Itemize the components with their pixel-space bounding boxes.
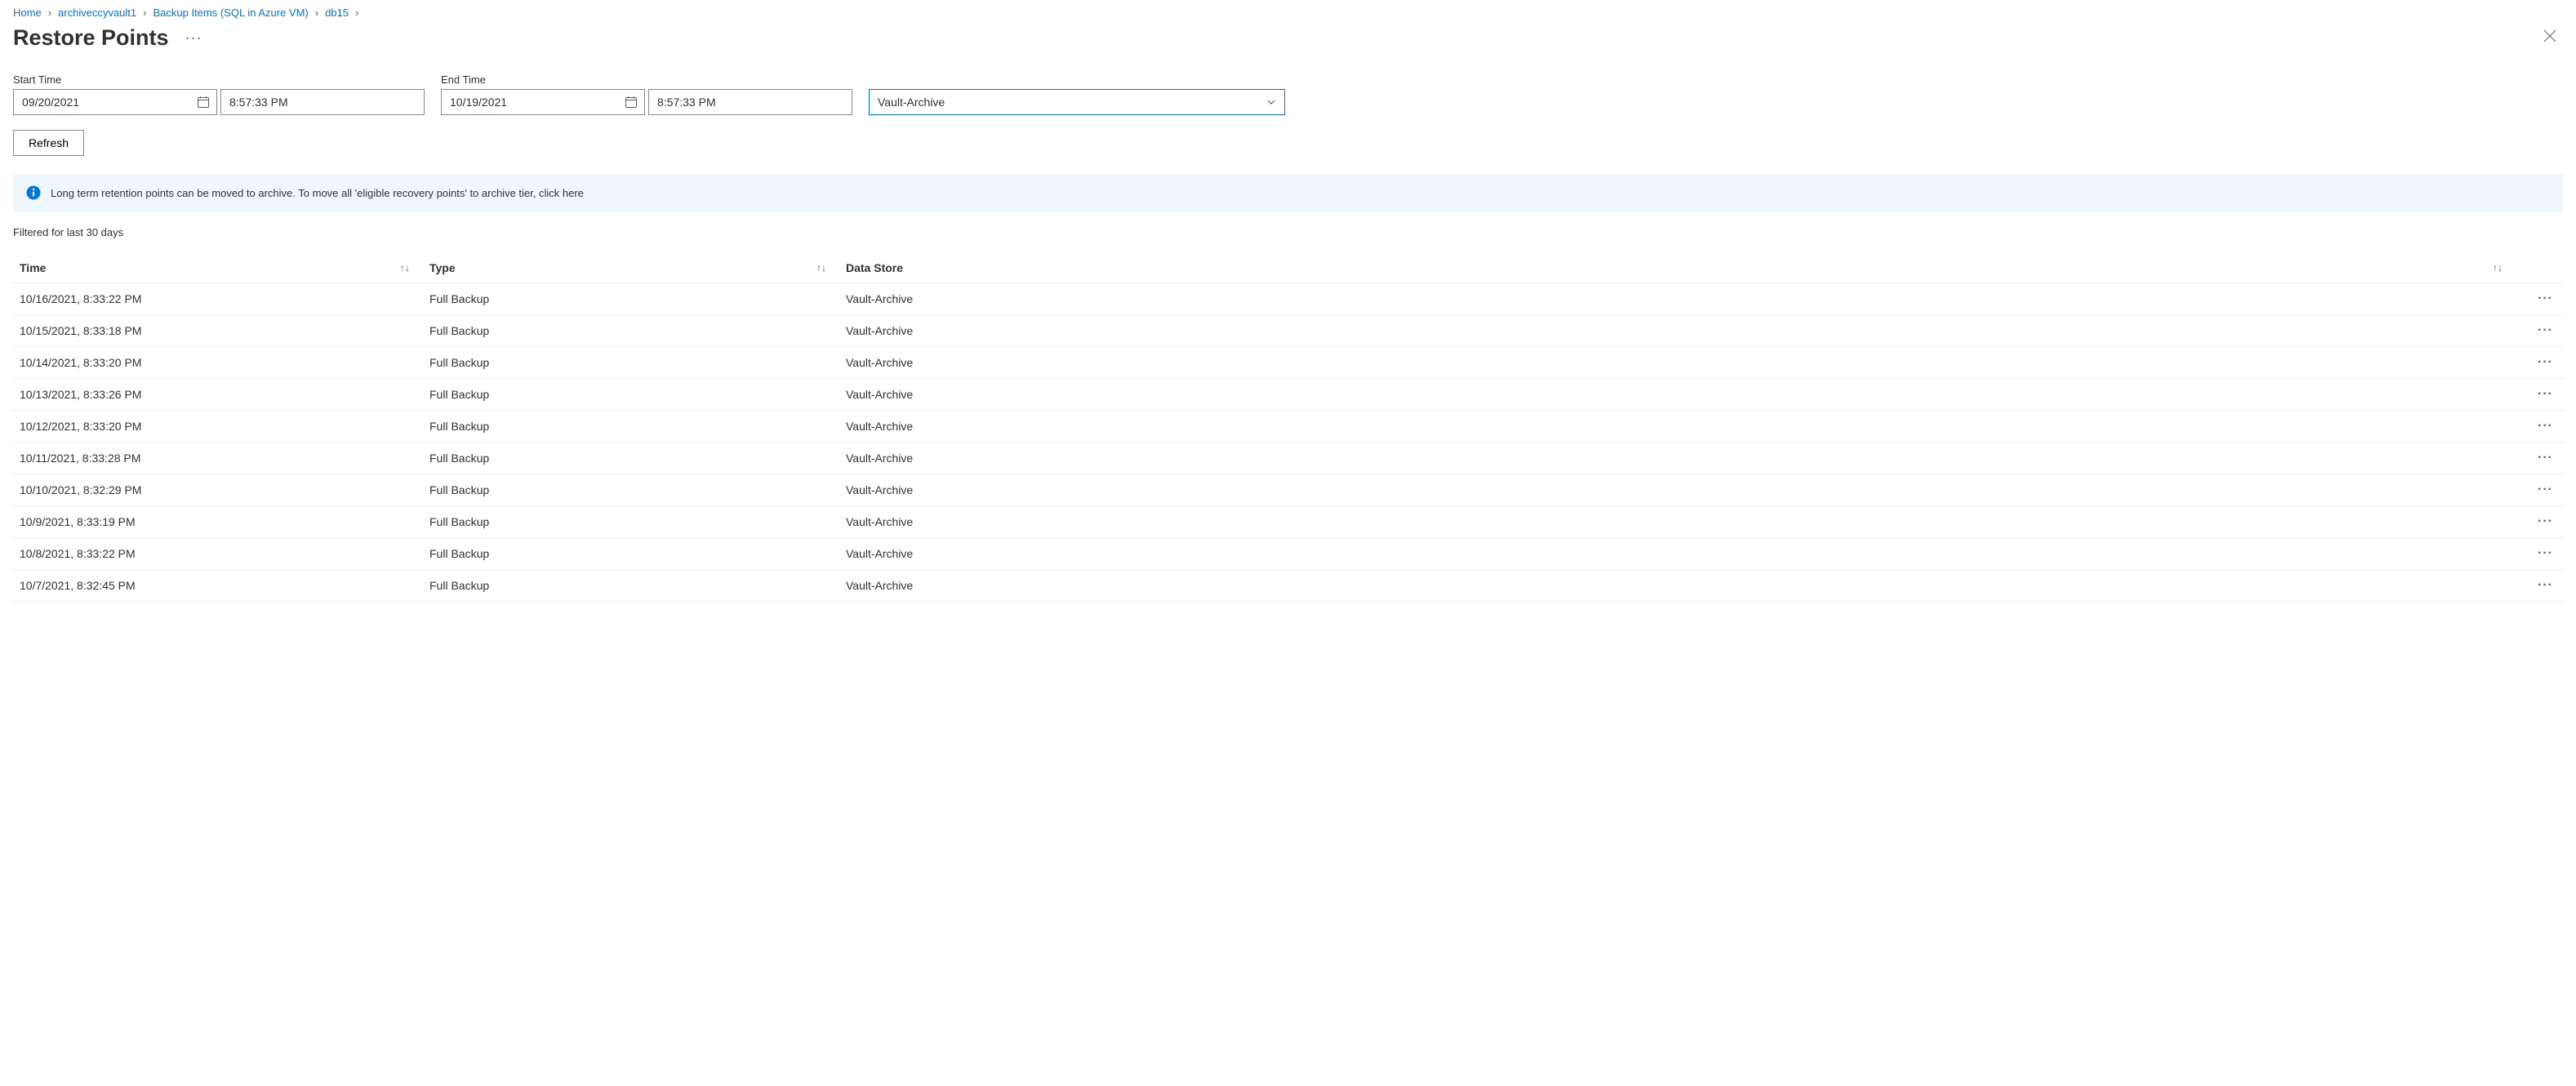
cell-type: Full Backup	[429, 547, 846, 560]
cell-time: 10/14/2021, 8:33:20 PM	[13, 356, 429, 369]
breadcrumb-link-backup-items[interactable]: Backup Items (SQL in Azure VM)	[153, 7, 308, 19]
cell-data-store: Vault-Archive	[846, 579, 2522, 592]
cell-data-store: Vault-Archive	[846, 388, 2522, 401]
breadcrumb: Home › archiveccyvault1 › Backup Items (…	[13, 7, 2563, 19]
row-more-actions-icon[interactable]: ···	[2522, 292, 2563, 306]
table-row[interactable]: 10/8/2021, 8:33:22 PMFull BackupVault-Ar…	[13, 538, 2563, 570]
row-more-actions-icon[interactable]: ···	[2522, 355, 2563, 370]
table-row[interactable]: 10/15/2021, 8:33:18 PMFull BackupVault-A…	[13, 315, 2563, 347]
cell-type: Full Backup	[429, 292, 846, 305]
column-header-type[interactable]: Type ↑↓	[429, 261, 846, 274]
column-header-store-label: Data Store	[846, 261, 903, 274]
cell-type: Full Backup	[429, 388, 846, 401]
cell-data-store: Vault-Archive	[846, 515, 2522, 528]
cell-data-store: Vault-Archive	[846, 452, 2522, 465]
start-date-value: 09/20/2021	[22, 96, 79, 109]
cell-type: Full Backup	[429, 515, 846, 528]
end-time-label: End Time	[441, 73, 852, 86]
cell-type: Full Backup	[429, 420, 846, 433]
start-date-input[interactable]: 09/20/2021	[13, 89, 217, 115]
chevron-down-icon	[1266, 97, 1276, 107]
calendar-icon	[197, 96, 210, 109]
row-more-actions-icon[interactable]: ···	[2522, 419, 2563, 434]
cell-time: 10/10/2021, 8:32:29 PM	[13, 483, 429, 496]
end-time-input[interactable]: 8:57:33 PM	[648, 89, 852, 115]
calendar-icon	[625, 96, 638, 109]
chevron-right-icon: ›	[355, 7, 358, 19]
tier-select[interactable]: Vault-Archive	[869, 89, 1285, 115]
title-row: Restore Points ···	[13, 25, 2563, 51]
column-header-time[interactable]: Time ↑↓	[13, 261, 429, 274]
column-header-time-label: Time	[20, 261, 46, 274]
table-body: 10/16/2021, 8:33:22 PMFull BackupVault-A…	[13, 283, 2563, 602]
cell-time: 10/12/2021, 8:33:20 PM	[13, 420, 429, 433]
page-title: Restore Points	[13, 25, 169, 51]
cell-type: Full Backup	[429, 356, 846, 369]
sort-icon: ↑↓	[816, 262, 826, 274]
column-header-type-label: Type	[429, 261, 456, 274]
cell-time: 10/15/2021, 8:33:18 PM	[13, 324, 429, 337]
tier-select-value: Vault-Archive	[878, 96, 945, 109]
row-more-actions-icon[interactable]: ···	[2522, 323, 2563, 338]
table-row[interactable]: 10/14/2021, 8:33:20 PMFull BackupVault-A…	[13, 347, 2563, 379]
end-time-value: 8:57:33 PM	[657, 96, 716, 109]
info-icon	[26, 185, 41, 200]
table-row[interactable]: 10/10/2021, 8:32:29 PMFull BackupVault-A…	[13, 474, 2563, 506]
cell-data-store: Vault-Archive	[846, 356, 2522, 369]
cell-time: 10/16/2021, 8:33:22 PM	[13, 292, 429, 305]
cell-time: 10/13/2021, 8:33:26 PM	[13, 388, 429, 401]
row-more-actions-icon[interactable]: ···	[2522, 387, 2563, 402]
restore-points-table: Time ↑↓ Type ↑↓ Data Store ↑↓ 10/16/2021…	[13, 253, 2563, 602]
chevron-right-icon: ›	[143, 7, 146, 19]
cell-data-store: Vault-Archive	[846, 483, 2522, 496]
row-more-actions-icon[interactable]: ···	[2522, 514, 2563, 529]
tier-group: Vault-Archive	[869, 89, 1285, 115]
cell-type: Full Backup	[429, 324, 846, 337]
breadcrumb-link-db[interactable]: db15	[325, 7, 349, 19]
cell-data-store: Vault-Archive	[846, 292, 2522, 305]
table-row[interactable]: 10/13/2021, 8:33:26 PMFull BackupVault-A…	[13, 379, 2563, 411]
start-time-input[interactable]: 8:57:33 PM	[220, 89, 425, 115]
row-more-actions-icon[interactable]: ···	[2522, 451, 2563, 465]
chevron-right-icon: ›	[48, 7, 51, 19]
start-time-group: Start Time 09/20/2021 8:57:33 PM	[13, 73, 425, 115]
table-row[interactable]: 10/16/2021, 8:33:22 PMFull BackupVault-A…	[13, 283, 2563, 315]
table-row[interactable]: 10/9/2021, 8:33:19 PMFull BackupVault-Ar…	[13, 506, 2563, 538]
start-time-label: Start Time	[13, 73, 425, 86]
cell-data-store: Vault-Archive	[846, 324, 2522, 337]
end-time-group: End Time 10/19/2021 8:57:33 PM	[441, 73, 852, 115]
sort-icon: ↑↓	[2493, 262, 2503, 274]
row-more-actions-icon[interactable]: ···	[2522, 578, 2563, 593]
filter-summary-text: Filtered for last 30 days	[13, 226, 2563, 238]
cell-time: 10/9/2021, 8:33:19 PM	[13, 515, 429, 528]
cell-data-store: Vault-Archive	[846, 547, 2522, 560]
table-row[interactable]: 10/11/2021, 8:33:28 PMFull BackupVault-A…	[13, 443, 2563, 474]
info-banner-text: Long term retention points can be moved …	[51, 187, 584, 199]
sort-icon: ↑↓	[400, 262, 410, 274]
refresh-button[interactable]: Refresh	[13, 130, 84, 156]
table-row[interactable]: 10/7/2021, 8:32:45 PMFull BackupVault-Ar…	[13, 570, 2563, 602]
column-header-data-store[interactable]: Data Store ↑↓	[846, 261, 2522, 274]
cell-type: Full Backup	[429, 579, 846, 592]
start-time-value: 8:57:33 PM	[229, 96, 288, 109]
end-date-value: 10/19/2021	[450, 96, 507, 109]
cell-time: 10/8/2021, 8:33:22 PM	[13, 547, 429, 560]
cell-time: 10/7/2021, 8:32:45 PM	[13, 579, 429, 592]
table-row[interactable]: 10/12/2021, 8:33:20 PMFull BackupVault-A…	[13, 411, 2563, 443]
end-date-input[interactable]: 10/19/2021	[441, 89, 645, 115]
cell-type: Full Backup	[429, 452, 846, 465]
more-actions-icon[interactable]: ···	[185, 29, 202, 47]
row-more-actions-icon[interactable]: ···	[2522, 546, 2563, 561]
row-more-actions-icon[interactable]: ···	[2522, 483, 2563, 497]
breadcrumb-link-home[interactable]: Home	[13, 7, 42, 19]
cell-time: 10/11/2021, 8:33:28 PM	[13, 452, 429, 465]
info-banner[interactable]: Long term retention points can be moved …	[13, 174, 2563, 211]
breadcrumb-link-vault[interactable]: archiveccyvault1	[58, 7, 136, 19]
cell-data-store: Vault-Archive	[846, 420, 2522, 433]
table-header: Time ↑↓ Type ↑↓ Data Store ↑↓	[13, 253, 2563, 283]
filters-row: Start Time 09/20/2021 8:57:33 PM End Tim…	[13, 73, 2563, 115]
close-icon[interactable]	[2537, 25, 2563, 51]
chevron-right-icon: ›	[315, 7, 318, 19]
cell-type: Full Backup	[429, 483, 846, 496]
